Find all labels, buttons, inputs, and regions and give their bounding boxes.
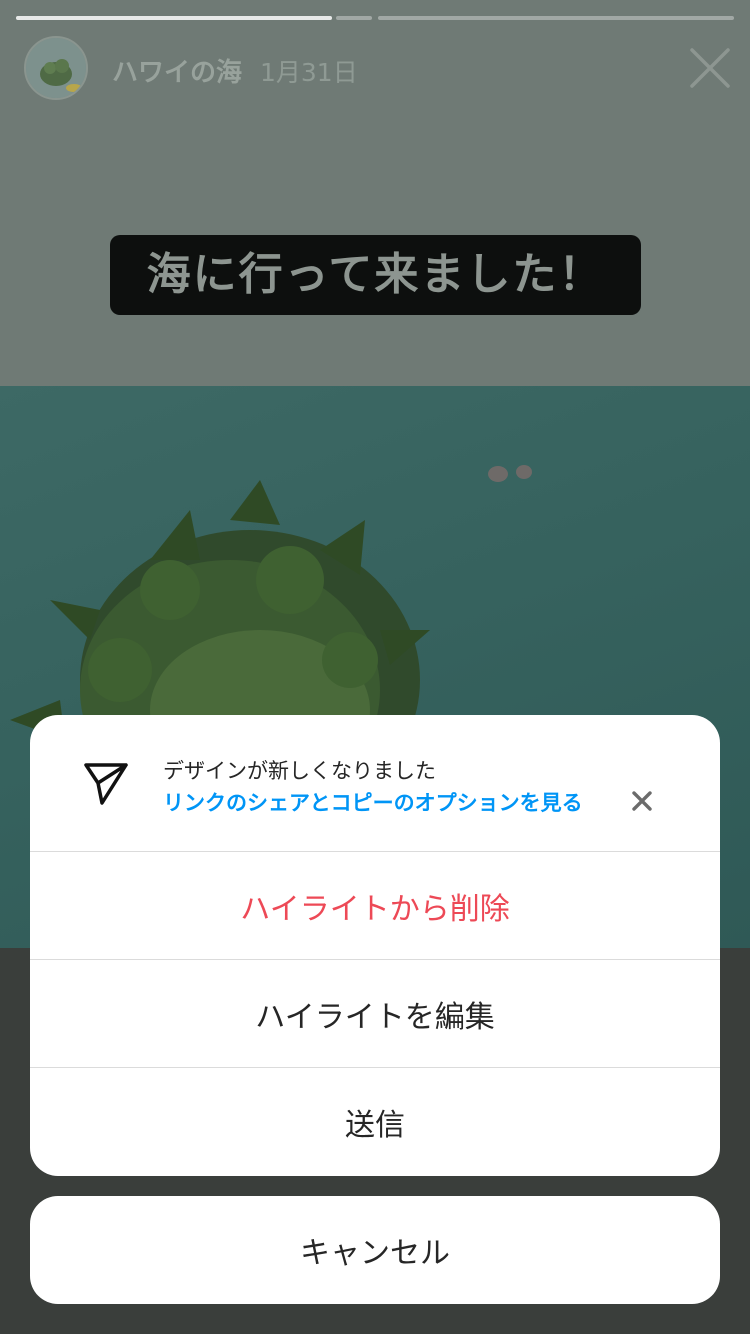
action-sheet: デザインが新しくなりました リンクのシェアとコピーのオプションを見る ハイライト… xyxy=(30,715,720,1176)
send-button[interactable]: 送信 xyxy=(30,1068,720,1175)
story-progress-segment-2 xyxy=(378,16,734,20)
remove-from-highlight-button[interactable]: ハイライトから削除 xyxy=(30,852,720,959)
story-caption: 海に行って来ました！ xyxy=(110,235,641,315)
story-progress-fill-1 xyxy=(16,16,332,20)
paper-plane-icon xyxy=(84,763,128,805)
story-date: 1月31日 xyxy=(260,58,358,87)
notice-title: デザインが新しくなりました xyxy=(163,759,436,783)
story-user-name[interactable]: ハワイの海 xyxy=(112,52,242,89)
cancel-button[interactable]: キャンセル xyxy=(30,1196,720,1304)
edit-highlight-button[interactable]: ハイライトを編集 xyxy=(30,960,720,1067)
swimmers-image xyxy=(488,465,532,482)
story-progress-segment-gap xyxy=(336,16,372,20)
close-icon[interactable] xyxy=(628,787,656,815)
share-options-link[interactable]: リンクのシェアとコピーのオプションを見る xyxy=(163,787,583,817)
share-notice: デザインが新しくなりました リンクのシェアとコピーのオプションを見る xyxy=(30,715,720,852)
avatar[interactable] xyxy=(24,36,88,100)
story-progress-segment-1 xyxy=(16,16,332,20)
close-icon[interactable] xyxy=(686,44,734,92)
